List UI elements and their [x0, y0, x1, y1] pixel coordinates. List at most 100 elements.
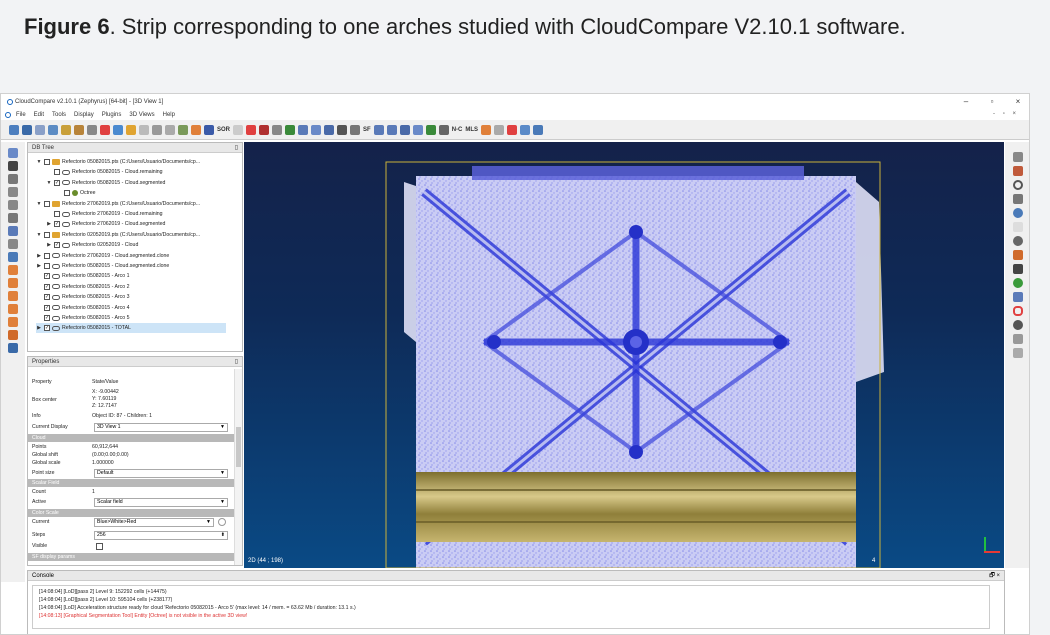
compass-icon[interactable]: [191, 124, 201, 135]
noise-icon[interactable]: [233, 124, 244, 135]
delete-icon[interactable]: [100, 124, 110, 135]
color-scale-editor-icon[interactable]: [218, 518, 226, 526]
table-icon[interactable]: [1013, 334, 1023, 344]
checkbox[interactable]: [54, 211, 60, 217]
gear-icon[interactable]: [1013, 236, 1023, 246]
statistics-icon[interactable]: [298, 124, 309, 135]
checkbox[interactable]: [44, 231, 50, 238]
perspective-icon[interactable]: [8, 239, 18, 249]
front-view-icon[interactable]: [8, 265, 18, 275]
steps-spinbox[interactable]: 256 ⬍: [94, 531, 228, 540]
facets-icon[interactable]: [272, 124, 283, 135]
properties-scrollbar[interactable]: [234, 369, 242, 565]
checked-checkbox[interactable]: ✓: [44, 294, 50, 301]
menu-3d-views[interactable]: 3D Views: [129, 112, 154, 118]
sphere-icon[interactable]: [438, 124, 449, 135]
zoom-in-icon[interactable]: [8, 187, 18, 197]
ransac-icon[interactable]: [246, 124, 257, 135]
mdi-controls[interactable]: - ▫ ×: [993, 111, 1019, 117]
tree-item[interactable]: Refectorio 05082015 - Cloud.remaining: [46, 167, 226, 177]
iso1-view-icon[interactable]: [8, 330, 18, 340]
translate-icon[interactable]: [113, 124, 123, 135]
m3c2-icon[interactable]: [399, 124, 410, 135]
tree-item[interactable]: ▼ Refectorio 27062019.pts (C:/Users/Usuar…: [36, 199, 226, 209]
colorize-icon[interactable]: [1013, 250, 1023, 260]
expand-down-icon[interactable]: ▼: [36, 157, 42, 167]
stop-icon[interactable]: [1013, 320, 1023, 330]
minimize-button[interactable]: –: [953, 94, 979, 110]
expand-right-icon[interactable]: ▶: [36, 251, 42, 261]
clone-icon[interactable]: [35, 124, 45, 135]
expand-down-icon[interactable]: ▼: [36, 230, 42, 240]
segment-icon[interactable]: [87, 124, 97, 135]
tree-item[interactable]: Octree: [56, 188, 226, 198]
menu-tools[interactable]: Tools: [52, 112, 66, 118]
grid-icon[interactable]: [1013, 348, 1023, 358]
color-scale-select[interactable]: Blue>White>Red ▼: [94, 518, 214, 527]
zoom-icon[interactable]: [8, 252, 18, 262]
db-tree-float-icon[interactable]: ▯: [235, 143, 238, 153]
checked-checkbox[interactable]: ✓: [54, 242, 60, 249]
histogram-icon[interactable]: [285, 124, 296, 135]
settings-icon[interactable]: [139, 124, 149, 135]
open-icon[interactable]: [9, 124, 19, 135]
tree-item[interactable]: ▶ Refectorio 27062019 - Cloud.segmented.c…: [36, 251, 226, 261]
tree-item[interactable]: ✓ Refectorio 05082015 - Arco 2: [36, 282, 226, 292]
back-view-icon[interactable]: [8, 278, 18, 288]
left-view-icon[interactable]: [8, 291, 18, 301]
sphere-green-icon[interactable]: [1013, 278, 1023, 288]
checkbox[interactable]: [54, 169, 60, 176]
grid-icon[interactable]: [152, 124, 162, 135]
checked-checkbox[interactable]: ✓: [44, 273, 50, 280]
tree-item[interactable]: Refectorio 27062019 - Cloud.remaining: [46, 209, 226, 219]
merge-icon[interactable]: [48, 124, 58, 135]
camera-icon[interactable]: [8, 161, 18, 171]
checked-checkbox[interactable]: ✓: [54, 179, 60, 186]
rotate-icon[interactable]: [8, 213, 18, 223]
tree-item[interactable]: ✓ Refectorio 05082015 - Arco 3: [36, 292, 226, 302]
hpr-icon[interactable]: [178, 124, 188, 135]
menu-help[interactable]: Help: [163, 112, 175, 118]
tree-item[interactable]: ▶ ✓ Refectorio 05082015 - TOTAL: [36, 323, 226, 334]
tree-item[interactable]: ✓ Refectorio 05082015 - Arco 1: [36, 271, 226, 281]
menu-edit[interactable]: Edit: [34, 112, 44, 118]
sf-arithmetic-button[interactable]: SF: [363, 127, 371, 133]
tree-item[interactable]: ▶ Refectorio 05082015 - Cloud.segmented.c…: [36, 261, 226, 271]
display-settings-icon[interactable]: [1013, 152, 1023, 162]
properties-float-icon[interactable]: ▯: [235, 357, 238, 367]
qm-icon[interactable]: [204, 124, 214, 135]
fit-icon[interactable]: [8, 226, 18, 236]
sf-list-icon[interactable]: [350, 124, 361, 135]
tree-item[interactable]: ▼ Refectorio 02052019.pts (C:/Users/Usuar…: [36, 230, 226, 240]
closest-icon[interactable]: [412, 124, 423, 135]
tree-item[interactable]: ▶ ✓ Refectorio 02052019 - Cloud: [46, 240, 226, 250]
expand-right-icon[interactable]: ▶: [36, 261, 42, 271]
mesh-icon[interactable]: [494, 124, 505, 135]
sf-gradient-icon[interactable]: [311, 124, 322, 135]
right-view-icon[interactable]: [8, 304, 18, 314]
menu-plugins[interactable]: Plugins: [102, 112, 122, 118]
align-icon[interactable]: [74, 124, 84, 135]
gradient-icon[interactable]: [1013, 194, 1023, 204]
active-sf-select[interactable]: Scalar field ▼: [94, 498, 228, 507]
current-display-select[interactable]: 3D View 1 ▼: [94, 423, 228, 432]
visible-checkbox[interactable]: [96, 543, 103, 550]
3d-view[interactable]: 2D (44 ; 198) 4: [244, 142, 1004, 568]
tree-item[interactable]: ✓ Refectorio 05082015 - Arco 4: [36, 303, 226, 313]
close-button[interactable]: ×: [1005, 94, 1029, 110]
restore-button[interactable]: ▫: [979, 94, 1005, 110]
expand-right-icon[interactable]: ▶: [36, 323, 42, 333]
histogram-icon[interactable]: [1013, 264, 1023, 274]
normals-compute-button[interactable]: N-C: [452, 127, 463, 133]
expand-down-icon[interactable]: ▼: [46, 178, 52, 188]
c2c-icon[interactable]: [373, 124, 384, 135]
mls-button[interactable]: MLS: [465, 127, 478, 133]
thermometer-icon[interactable]: [1013, 166, 1023, 176]
label-icon[interactable]: [507, 124, 518, 135]
tree-item[interactable]: ▼ Refectorio 05082015.pts (C:/Users/Usuar…: [36, 157, 226, 167]
menu-display[interactable]: Display: [74, 112, 94, 118]
checkbox[interactable]: [44, 200, 50, 207]
checkbox[interactable]: [44, 252, 50, 259]
polyline-icon[interactable]: [533, 124, 544, 135]
cross-section-icon[interactable]: [165, 124, 175, 135]
